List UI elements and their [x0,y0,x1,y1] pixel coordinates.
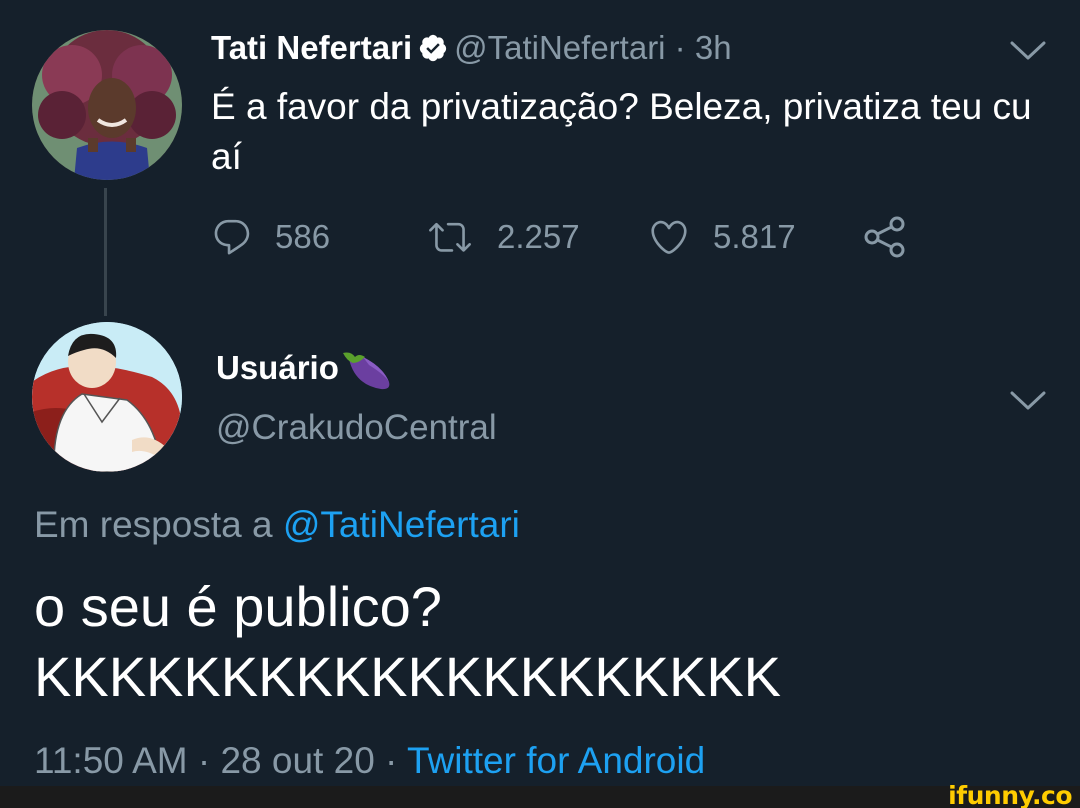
like-action[interactable]: 5.817 [647,214,796,260]
reply-source-link[interactable]: Twitter for Android [407,740,705,781]
reply-text-line-1: o seu é publico? [34,575,442,638]
avatar-photo-illustration [32,30,182,180]
avatar-cartoon-illustration [32,322,182,472]
retweet-arrows-icon [429,222,471,252]
reply-count: 586 [275,218,331,255]
reply-author-handle[interactable]: @CrakudoCentral [216,406,497,450]
reply-author-avatar[interactable] [32,322,182,472]
parent-tweet-text: É a favor da privatização? Beleza, priva… [211,86,1032,177]
chevron-down-icon[interactable] [1008,38,1048,64]
eggplant-emoji-icon [342,352,390,390]
reply-timestamp: 11:50 AM · 28 out 20 · [34,740,407,781]
parent-tweet-header: Tati Nefertari @TatiNefertari · 3h [211,28,732,68]
parent-handle-and-time[interactable]: @TatiNefertari · 3h [454,29,731,66]
like-count: 5.817 [713,218,796,255]
share-action[interactable] [863,214,907,260]
chevron-down-icon[interactable] [1008,388,1048,414]
verified-badge-icon [419,34,447,62]
parent-author-avatar[interactable] [32,30,182,180]
tweet-thread-screen: Tati Nefertari @TatiNefertari · 3h É a f… [0,0,1080,808]
retweet-action[interactable]: 2.257 [427,214,580,260]
heart-icon [651,220,687,254]
reply-tweet-meta: 11:50 AM · 28 out 20 · Twitter for Andro… [34,738,705,784]
reply-to-mention-link[interactable]: @TatiNefertari [283,504,520,545]
reply-to-prefix: Em resposta a [34,504,273,545]
reply-action[interactable]: 586 [211,214,330,260]
watermark-bar: ifunny.co [0,782,1080,808]
reply-text-line-2: KKKKKKKKKKKKKKKKKKKK [34,645,782,708]
in-reply-to-line: Em resposta a @TatiNefertari [34,502,520,548]
reply-tweet-text: o seu é publico? KKKKKKKKKKKKKKKKKKKK [34,572,781,712]
thread-connector-line [104,188,107,316]
share-nodes-icon [864,216,905,258]
ifunny-watermark: ifunny.co [948,781,1072,808]
speech-bubble-icon [214,219,250,255]
reply-author-name-row[interactable]: Usuário [216,348,393,393]
retweet-count: 2.257 [497,218,580,255]
reply-author-name: Usuário [216,349,339,386]
parent-author-name[interactable]: Tati Nefertari [211,29,412,66]
